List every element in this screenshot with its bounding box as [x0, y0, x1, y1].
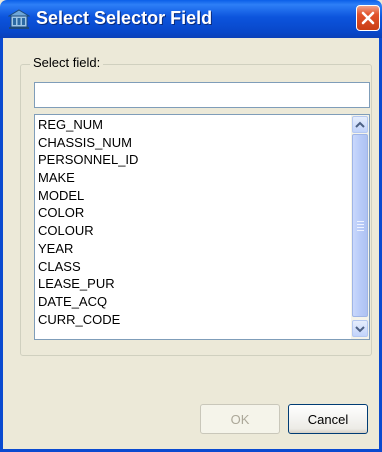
- chevron-down-icon: [355, 325, 365, 332]
- field-list-item[interactable]: COLOR: [37, 204, 337, 222]
- field-listbox[interactable]: REG_NUM CHASSIS_NUM PERSONNEL_ID MAKE MODEL C…: [34, 114, 370, 340]
- field-list-item[interactable]: DATE_ACQ: [37, 293, 337, 311]
- field-search-input[interactable]: [34, 82, 370, 108]
- cancel-button[interactable]: Cancel: [288, 404, 368, 434]
- scroll-down-button[interactable]: [352, 320, 368, 337]
- field-list-item[interactable]: PERSONNEL_ID: [37, 151, 337, 169]
- scroll-up-button[interactable]: [352, 116, 368, 133]
- title-bar[interactable]: Select Selector Field: [0, 0, 382, 38]
- window-title: Select Selector Field: [36, 8, 213, 28]
- ok-button[interactable]: OK: [200, 404, 280, 434]
- close-button[interactable]: [356, 5, 380, 31]
- field-list-item[interactable]: MAKE: [37, 169, 337, 187]
- field-list-item[interactable]: CLASS: [37, 258, 337, 276]
- chevron-up-icon: [355, 121, 365, 128]
- field-list: REG_NUM CHASSIS_NUM PERSONNEL_ID MAKE MODEL C…: [37, 116, 337, 328]
- selector-app-icon: [8, 9, 30, 29]
- field-list-item[interactable]: YEAR: [37, 240, 337, 258]
- field-list-item[interactable]: LEASE_PUR: [37, 275, 337, 293]
- field-list-item[interactable]: CHASSIS_NUM: [37, 134, 337, 152]
- vertical-scrollbar[interactable]: [351, 115, 369, 339]
- field-list-item[interactable]: REG_NUM: [37, 116, 337, 134]
- field-list-item[interactable]: COLOUR: [37, 222, 337, 240]
- select-field-label: Select field:: [30, 55, 104, 70]
- field-list-item[interactable]: MODEL: [37, 187, 337, 205]
- field-list-item[interactable]: CURR_CODE: [37, 311, 337, 329]
- scroll-thumb[interactable]: [352, 134, 368, 317]
- close-icon: [361, 11, 375, 25]
